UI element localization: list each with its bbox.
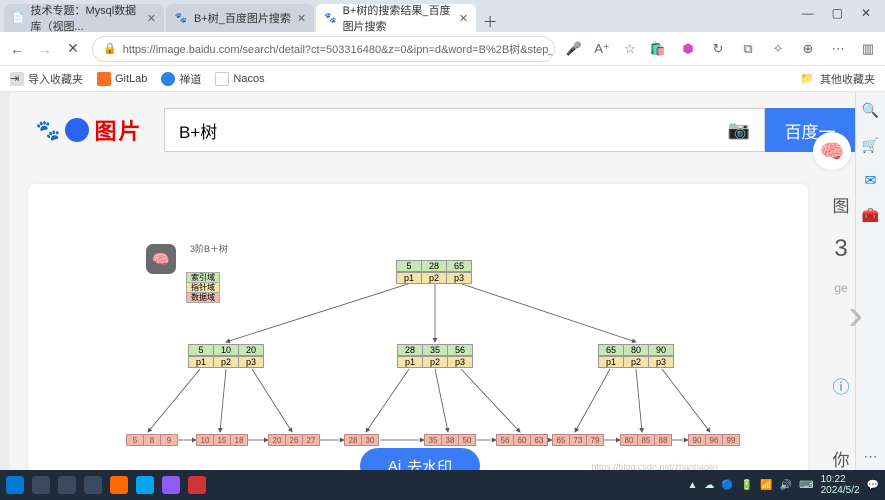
- pdf-icon: 📄: [12, 11, 24, 25]
- back-button[interactable]: ←: [8, 40, 26, 58]
- bookmark-chandao[interactable]: 禅道: [161, 71, 201, 87]
- leaf-node: 657379: [552, 434, 604, 446]
- new-tab-button[interactable]: ＋: [478, 11, 502, 32]
- root-ptrs: p1p2p3: [396, 272, 472, 284]
- start-button[interactable]: [6, 476, 24, 494]
- mid-node: p1p2p3: [188, 356, 264, 368]
- bookmark-other[interactable]: 其他收藏夹: [820, 71, 875, 87]
- search-input[interactable]: [179, 120, 728, 140]
- menu-icon[interactable]: ⋯: [829, 41, 847, 57]
- logo-text-1: 图: [94, 114, 116, 146]
- bookmark-import[interactable]: ⇥导入收藏夹: [10, 71, 83, 87]
- baidu-logo[interactable]: 🐾 图 片: [18, 108, 158, 152]
- search-box[interactable]: 📷: [164, 108, 765, 152]
- search-icon[interactable]: 🔍: [862, 102, 879, 119]
- leaf-node: 101518: [196, 434, 248, 446]
- tray-icon[interactable]: 📶: [760, 480, 772, 491]
- close-button[interactable]: ✕: [861, 6, 871, 20]
- tray-icon[interactable]: ☁: [704, 480, 714, 491]
- minimize-button[interactable]: —: [802, 6, 814, 20]
- maximize-button[interactable]: ▢: [832, 6, 843, 20]
- leaf-node: 353850: [424, 434, 476, 446]
- tray-icon[interactable]: 🔵: [721, 480, 733, 491]
- tab-label: B+树的搜索结果_百度图片搜索: [343, 2, 453, 34]
- clock[interactable]: 10:222024/5/2: [821, 474, 860, 496]
- close-icon[interactable]: ✕: [147, 12, 156, 25]
- bookmarks-bar: ⇥导入收藏夹 GitLab 禅道 Nacos 📁 其他收藏夹: [0, 66, 885, 92]
- star-icon[interactable]: ☆: [621, 41, 639, 57]
- stop-button[interactable]: ✕: [64, 40, 82, 58]
- voice-icon[interactable]: 🎤: [565, 41, 583, 57]
- address-bar: ← → ✕ 🔒 https://image.baidu.com/search/d…: [0, 32, 885, 66]
- tab-label: B+树_百度图片搜索: [194, 10, 291, 26]
- mid-node: 51020: [188, 344, 264, 356]
- forward-button[interactable]: →: [36, 40, 54, 58]
- tabs-icon[interactable]: ▥: [859, 41, 877, 57]
- leaf-node: 2830: [344, 434, 379, 446]
- system-tray[interactable]: ▲ ☁ 🔵 🔋 📶 🔊 ⌨ 10:222024/5/2 💬: [687, 474, 879, 496]
- baidu-mark-icon: [62, 115, 92, 145]
- ellipsis-icon[interactable]: ⋯: [864, 448, 878, 465]
- url-text: https://image.baidu.com/search/detail?ct…: [123, 41, 555, 57]
- puzzle-icon[interactable]: ⬢: [679, 41, 697, 57]
- task-app-icon[interactable]: [136, 476, 154, 494]
- refresh-icon[interactable]: ↻: [709, 41, 727, 57]
- page-content: 🐾 图 片 📷 百度一 🧠 🧠 3阶B＋树 索引域 指针域 数据域: [10, 92, 855, 500]
- baidu-icon: 🐾: [174, 11, 188, 25]
- ai-assistant-button[interactable]: 🧠: [813, 132, 851, 170]
- titlebar: 📄 技术专题：Mysql数据库（视图... ✕ 🐾 B+树_百度图片搜索 ✕ 🐾…: [0, 0, 885, 32]
- side-panel-peek: 图 3 ge ⓘ 你: [827, 184, 855, 484]
- root-keys: 52865: [396, 260, 472, 272]
- mid-node: 658090: [598, 344, 674, 356]
- bookmark-gitlab[interactable]: GitLab: [97, 72, 147, 86]
- mid-node: p1p2p3: [598, 356, 674, 368]
- baidu-icon: 🐾: [324, 11, 336, 25]
- taskbar[interactable]: ▲ ☁ 🔵 🔋 📶 🔊 ⌨ 10:222024/5/2 💬: [0, 470, 885, 500]
- close-icon[interactable]: ✕: [297, 12, 306, 25]
- lock-icon: 🔒: [103, 42, 117, 55]
- leaf-node: 202627: [268, 434, 320, 446]
- shopping-icon[interactable]: 🛒: [862, 137, 879, 154]
- left-gutter: [0, 92, 10, 500]
- leaf-node: 589: [126, 434, 178, 446]
- leaf-node: 566063: [496, 434, 548, 446]
- task-explorer-icon[interactable]: [58, 476, 76, 494]
- logo-text-2: 片: [118, 114, 140, 146]
- leaf-node: 808588: [620, 434, 672, 446]
- tab-baidu-1[interactable]: 🐾 B+树_百度图片搜索 ✕: [166, 4, 314, 32]
- bookmark-nacos[interactable]: Nacos: [215, 72, 264, 86]
- tab-baidu-2[interactable]: 🐾 B+树的搜索结果_百度图片搜索 ✕: [316, 4, 476, 32]
- tab-label: 技术专题：Mysql数据库（视图...: [30, 2, 140, 34]
- brain-icon: 🧠: [820, 139, 845, 164]
- mid-node: p1p2p3: [397, 356, 473, 368]
- paw-icon: 🐾: [36, 118, 61, 143]
- notifications-icon[interactable]: 💬: [867, 480, 879, 491]
- split-icon[interactable]: ⧉: [739, 41, 757, 57]
- folder-icon: 📁: [800, 72, 814, 85]
- outlook-icon[interactable]: ✉: [865, 172, 877, 189]
- tray-icon[interactable]: ▲: [687, 480, 697, 491]
- camera-icon[interactable]: 📷: [728, 120, 750, 141]
- task-app-icon[interactable]: [110, 476, 128, 494]
- task-app-icon[interactable]: [188, 476, 206, 494]
- tab-mysql[interactable]: 📄 技术专题：Mysql数据库（视图... ✕: [4, 4, 164, 32]
- shield-icon[interactable]: 🛍️: [649, 41, 667, 57]
- task-app-icon[interactable]: [162, 476, 180, 494]
- task-app-icon[interactable]: [84, 476, 102, 494]
- reader-icon[interactable]: A⁺: [593, 41, 611, 57]
- tray-icon[interactable]: 🔋: [741, 480, 753, 491]
- extensions-icon[interactable]: ✧: [769, 41, 787, 57]
- collections-icon[interactable]: ⊕: [799, 41, 817, 57]
- task-search-icon[interactable]: [32, 476, 50, 494]
- url-field[interactable]: 🔒 https://image.baidu.com/search/detail?…: [92, 36, 555, 62]
- close-icon[interactable]: ✕: [459, 12, 468, 25]
- tray-icon[interactable]: 🔊: [780, 480, 792, 491]
- tools-icon[interactable]: 🧰: [862, 207, 879, 224]
- mid-node: 283556: [397, 344, 473, 356]
- tray-icon[interactable]: ⌨: [799, 480, 813, 491]
- leaf-node: 909699: [688, 434, 740, 446]
